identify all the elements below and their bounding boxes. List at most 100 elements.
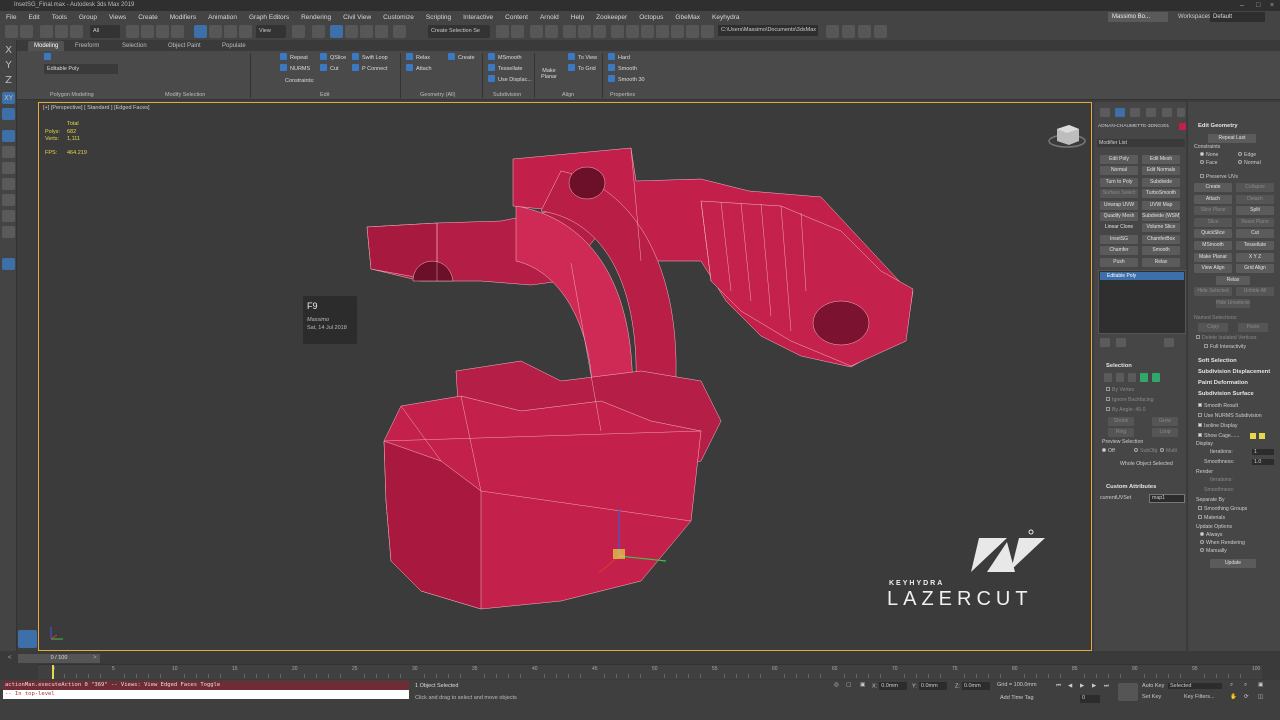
menu-interactive[interactable]: Interactive [457, 14, 499, 21]
menu-group[interactable]: Group [73, 14, 103, 21]
smooth-button[interactable]: Smooth [608, 64, 637, 74]
modifier-uvw-map-button[interactable]: UVW Map [1142, 200, 1180, 210]
to-view-button[interactable]: To View [568, 53, 597, 63]
x-coordinate-value[interactable]: 0.0mm [879, 682, 908, 690]
menu-graph-editors[interactable]: Graph Editors [243, 14, 295, 21]
menu-create[interactable]: Create [132, 14, 164, 21]
snap-grid-icon[interactable] [2, 178, 15, 190]
edit-geo-quickslice-button[interactable]: QuickSlice [1194, 229, 1232, 239]
modifier-turn-to-poly-button[interactable]: Turn to Poly [1100, 177, 1138, 187]
zoom-icon[interactable]: ⌕ [1230, 682, 1233, 689]
tab-selection[interactable]: Selection [122, 41, 147, 51]
editable-poly-select[interactable]: Editable Poly [44, 64, 118, 74]
hierarchy-tab-icon[interactable] [1130, 108, 1140, 117]
menu-modifiers[interactable]: Modifiers [164, 14, 202, 21]
paint-deformation-header[interactable]: Paint Deformation [1198, 380, 1248, 386]
menu-octopus[interactable]: Octopus [633, 14, 669, 21]
minimize-icon[interactable]: – [1240, 0, 1244, 11]
make-planar-button[interactable]: Make Planar [540, 68, 558, 80]
y-coordinate[interactable]: Y: 0.0mm [912, 682, 947, 690]
menu-edit[interactable]: Edit [22, 14, 45, 21]
set-key-icon[interactable] [1118, 683, 1138, 701]
material-editor-icon[interactable] [611, 25, 624, 38]
modifier-chamferbox-button[interactable]: ChamferBox [1142, 234, 1180, 244]
redo-icon[interactable] [20, 25, 33, 38]
modifier-list-select[interactable]: Modifier List [1097, 139, 1185, 147]
edit-geo-detach-button[interactable]: Detach [1236, 194, 1274, 204]
selection-lock-icon[interactable]: ▢ [846, 682, 851, 688]
unlink-icon[interactable] [55, 25, 68, 38]
edit-geo-hide-unselected-button[interactable]: Hide Unselected [1216, 299, 1250, 308]
update-button[interactable]: Update [1210, 559, 1256, 568]
create-button[interactable]: Create [448, 53, 475, 63]
axis-y[interactable]: Y [2, 60, 15, 72]
current-frame-field[interactable]: 0 [1080, 695, 1100, 703]
menu-scripting[interactable]: Scripting [420, 14, 457, 21]
relax-button[interactable]: Relax [406, 53, 430, 63]
window-crossing-icon[interactable] [171, 25, 184, 38]
rendered-frame-icon[interactable] [641, 25, 654, 38]
next-frame-icon[interactable]: ▶ [1092, 683, 1096, 689]
percent-snap-icon[interactable] [360, 25, 373, 38]
pin-stack-icon[interactable] [1100, 338, 1110, 347]
named-selection-set[interactable]: Create Selection Se [428, 25, 490, 38]
undo-icon[interactable] [5, 25, 18, 38]
perspective-viewport[interactable]: [+] [Perspective] [ Standard ] [Edged Fa… [38, 102, 1092, 651]
orbit-icon[interactable]: ⟳ [1244, 694, 1249, 700]
snap-tangent-icon[interactable] [2, 226, 15, 238]
goto-end-icon[interactable]: ⏭ [1104, 683, 1109, 690]
edit-geo-hide-selected-button[interactable]: Hide Selected [1194, 287, 1232, 297]
modifier-push-button[interactable]: Push [1100, 257, 1138, 267]
modifier-subdivide-button[interactable]: Subdivide [1142, 177, 1180, 187]
ring-button[interactable]: Ring [1108, 428, 1134, 437]
subdivision-displacement-header[interactable]: Subdivision Displacement [1198, 369, 1270, 375]
maxscript-input[interactable]: -- In top-level [3, 690, 409, 699]
modifier-surface-select-button[interactable]: Surface Select [1100, 189, 1138, 199]
nurms-button[interactable]: NURMS [280, 64, 310, 74]
ignore-backfacing-option[interactable]: Ignore Backfacing [1106, 397, 1154, 403]
show-cage-checkbox[interactable]: Show Cage...... [1198, 433, 1239, 439]
p-connect-button[interactable]: P Connect [352, 64, 388, 74]
motion-tab-icon[interactable] [1146, 108, 1156, 117]
constraint-face-radio[interactable]: Face [1200, 160, 1218, 166]
spinner-snap-icon[interactable] [375, 25, 388, 38]
edit-geometry-header[interactable]: Edit Geometry [1198, 123, 1238, 129]
menu-gbemax[interactable]: GbeMax [669, 14, 706, 21]
time-slider-next-icon[interactable]: > [93, 655, 97, 661]
toolbar-extra-icon[interactable] [858, 25, 871, 38]
preview-subobj-radio[interactable]: SubObj [1134, 448, 1157, 454]
render-iterative-icon[interactable] [671, 25, 684, 38]
maximize-icon[interactable]: □ [1256, 0, 1260, 11]
msmooth-button[interactable]: MSmooth [488, 53, 522, 63]
key-filters-button[interactable]: Key Filters... [1184, 694, 1215, 700]
edit-geo-collapse-button[interactable]: Collapse [1236, 183, 1274, 192]
modifier-unwrap-uvw-button[interactable]: Unwrap UVW [1100, 200, 1138, 210]
edit-geo-grid-align-button[interactable]: Grid Align [1236, 264, 1274, 274]
add-time-tag[interactable]: Add Time Tag [1000, 695, 1034, 701]
region-select-icon[interactable] [156, 25, 169, 38]
track-bar[interactable]: 0510152025303540455055606570758085909510… [38, 664, 1262, 679]
by-vertex-option[interactable]: By Vertex [1106, 387, 1134, 393]
isoline-display-checkbox[interactable]: Isoline Display [1198, 423, 1237, 429]
edit-geo-relax-button[interactable]: Relax [1216, 275, 1250, 285]
zoom-extents-icon[interactable]: ▣ [1258, 682, 1263, 688]
axis-z[interactable]: Z [2, 75, 15, 87]
render-production-icon[interactable] [656, 25, 669, 38]
edit-geo-tessellate-button[interactable]: Tessellate [1236, 241, 1274, 250]
select-scale-icon[interactable] [224, 25, 237, 38]
modifier-subdivide-wsm--button[interactable]: Subdivide (WSM) [1142, 212, 1180, 221]
modifier-insetsg-button[interactable]: InsetSG [1100, 234, 1138, 244]
vertex-mode-icon[interactable] [1104, 373, 1112, 382]
menu-arnold[interactable]: Arnold [534, 14, 565, 21]
close-icon[interactable]: × [1270, 0, 1274, 11]
modifier-relax-button[interactable]: Relax [1142, 257, 1180, 267]
snap-pivot-icon[interactable] [2, 162, 15, 174]
edit-geo-attach-button[interactable]: Attach [1194, 194, 1232, 204]
menu-civil-view[interactable]: Civil View [337, 14, 377, 21]
snap-edge-icon[interactable] [2, 130, 15, 142]
utilities-tab-icon[interactable] [1177, 108, 1185, 117]
attach-button[interactable]: Attach [406, 64, 432, 74]
modifier-quadify-mesh-button[interactable]: Quadify Mesh [1100, 212, 1138, 221]
stack-item-editable-poly[interactable]: Editable Poly [1100, 272, 1184, 280]
object-color-swatch[interactable] [1179, 123, 1186, 130]
